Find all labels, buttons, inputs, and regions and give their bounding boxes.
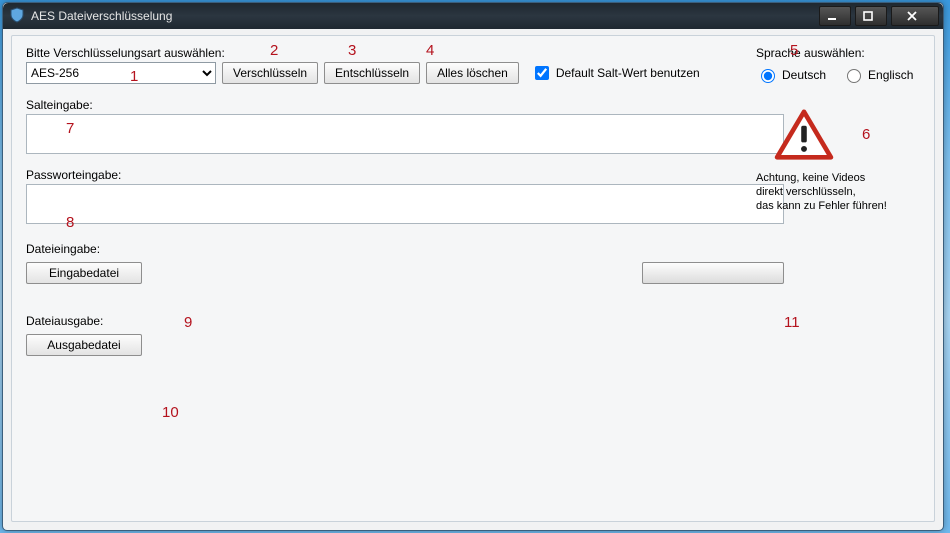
input-file-button[interactable]: Eingabedatei [26,262,142,284]
password-block: Passworteingabe: [26,168,784,224]
language-en-radio[interactable] [847,69,861,83]
app-window: AES Dateiverschlüsselung Bitte Verschlüs… [2,2,944,531]
salt-label: Salteingabe: [26,98,784,112]
right-column: Sprache auswählen: Deutsch Englisch [756,46,924,213]
shield-icon [9,7,31,26]
file-output-block: Dateiausgabe: Ausgabedatei [26,314,920,356]
clear-all-button[interactable]: Alles löschen [426,62,519,84]
encryption-type-select[interactable]: AES-256 [26,62,216,84]
file-output-label: Dateiausgabe: [26,314,920,328]
salt-input[interactable] [26,114,784,154]
output-file-button[interactable]: Ausgabedatei [26,334,142,356]
password-input[interactable] [26,184,784,224]
language-de-radio[interactable] [761,69,775,83]
close-button[interactable] [891,6,939,26]
progress-bar [642,262,784,284]
warning-box: Achtung, keine Videos direkt verschlüsse… [756,109,924,213]
default-salt-label: Default Salt-Wert benutzen [556,66,700,80]
file-input-label: Dateieingabe: [26,242,920,256]
password-label: Passworteingabe: [26,168,784,182]
window-title: AES Dateiverschlüsselung [31,9,172,23]
warning-icon [774,109,834,161]
titlebar: AES Dateiverschlüsselung [3,3,943,29]
client-area: Bitte Verschlüsselungsart auswählen: AES… [11,35,935,522]
annotation-10: 10 [162,404,179,421]
maximize-button[interactable] [855,6,887,26]
file-input-block: Dateieingabe: Eingabedatei [26,242,920,284]
language-en-option[interactable]: Englisch [842,66,913,83]
decrypt-button[interactable]: Entschlüsseln [324,62,420,84]
minimize-button[interactable] [819,6,851,26]
window-buttons [819,6,939,26]
default-salt-checkbox[interactable] [535,66,549,80]
salt-block: Salteingabe: [26,98,784,154]
default-salt-checkbox-wrap[interactable]: Default Salt-Wert benutzen [531,63,700,83]
language-de-option[interactable]: Deutsch [756,66,826,83]
language-label: Sprache auswählen: [756,46,924,60]
warning-text: Achtung, keine Videos direkt verschlüsse… [756,171,924,213]
language-radio-group: Deutsch Englisch [756,66,924,83]
encrypt-button[interactable]: Verschlüsseln [222,62,318,84]
